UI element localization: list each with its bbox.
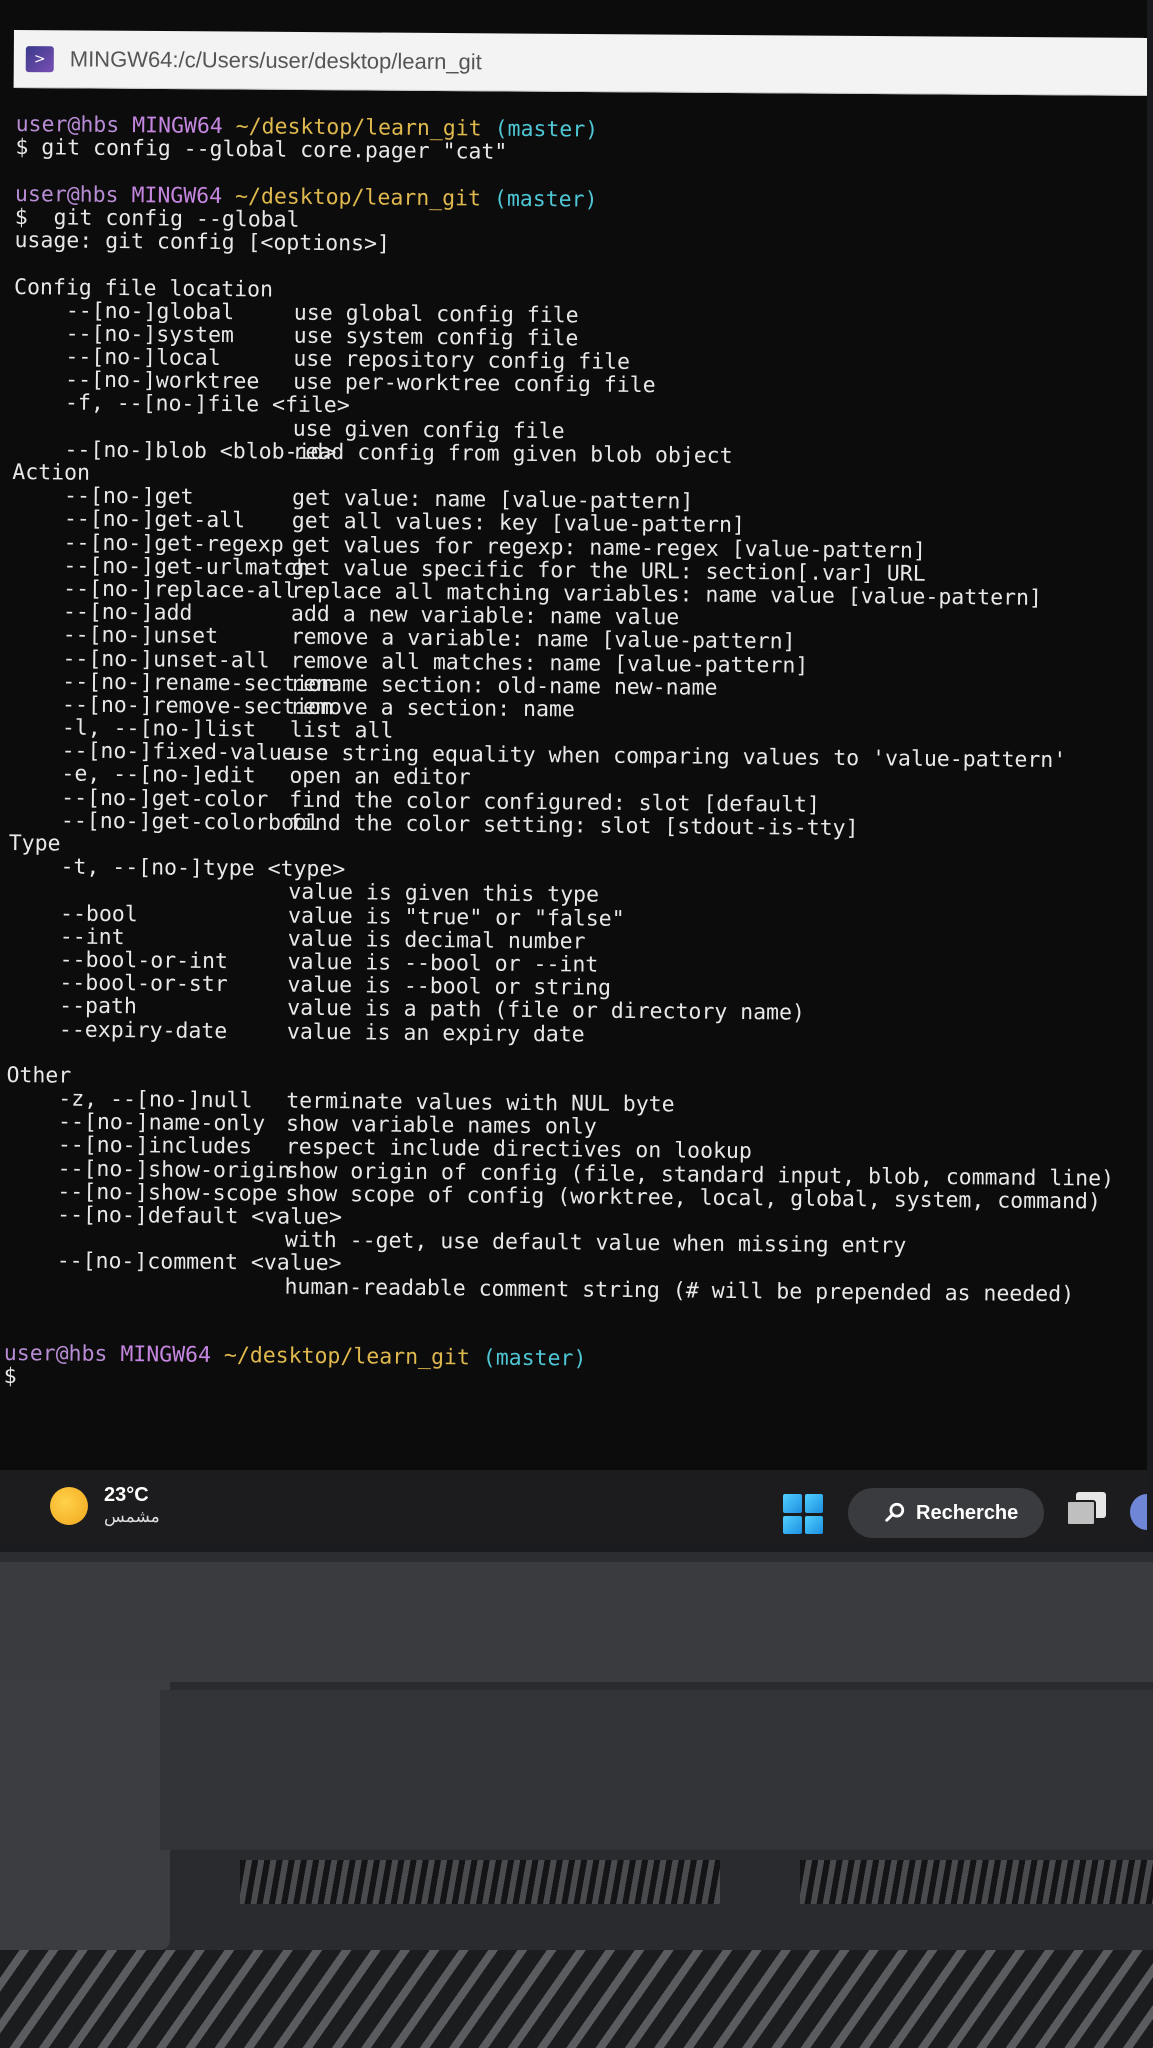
option-flag: -e, --[no-]edit <box>61 761 256 789</box>
prompt-host: MINGW64 <box>131 182 223 209</box>
option-flag: --[no-]get-all <box>63 506 246 534</box>
option-flag: --[no-]get <box>63 483 194 510</box>
weather-description: مشمس <box>104 1507 160 1526</box>
option-flag: --[no-]unset <box>62 622 219 650</box>
laptop-vent-right <box>800 1860 1153 1904</box>
option-flag: --[no-]get-regexp <box>63 530 284 558</box>
prompt-host: MINGW64 <box>120 1342 212 1369</box>
monitor-screen: > MINGW64:/c/Users/user/desktop/learn_gi… <box>0 0 1153 1552</box>
taskbar-search-button[interactable]: Recherche <box>848 1488 1044 1538</box>
prompt-user: user@hbs <box>3 1341 108 1368</box>
laptop-keyboard-grille <box>0 1950 1153 2048</box>
option-flag: --[no-]worktree <box>65 367 260 395</box>
option-description: read config from given blob object <box>292 439 733 469</box>
option-flag: --[no-]show-scope <box>57 1179 278 1207</box>
option-flag: --[no-]system <box>65 321 235 348</box>
option-flag: --bool-or-int <box>59 947 229 975</box>
prompt-branch: (master) <box>494 116 599 143</box>
option-flag: --[no-]show-origin <box>57 1156 291 1184</box>
option-flag: --[no-]local <box>65 344 221 372</box>
chat-icon[interactable] <box>1130 1494 1147 1530</box>
windows-start-icon[interactable] <box>783 1494 823 1534</box>
option-flag: --bool-or-str <box>59 970 228 998</box>
option-description: value is an expiry date <box>286 1019 585 1048</box>
laptop-hinge-left <box>0 1680 170 1950</box>
terminal-output[interactable]: user@hbs MINGW64 ~/desktop/learn_git (ma… <box>2 90 1147 1481</box>
option-flag <box>5 1244 285 1247</box>
option-description: list all <box>289 717 394 744</box>
laptop-bezel <box>0 1562 1153 1682</box>
option-flag <box>8 896 288 899</box>
option-flag: --[no-]unset-all <box>62 645 270 673</box>
weather-widget[interactable]: 23°C مشمس <box>50 1484 160 1527</box>
option-flag: --[no-]get-urlmatch <box>63 553 310 581</box>
prompt-path: ~/desktop/learn_git <box>223 1343 471 1371</box>
laptop-vent-left <box>240 1860 720 1904</box>
window-titlebar[interactable]: > MINGW64:/c/Users/user/desktop/learn_gi… <box>13 30 1147 97</box>
option-flag: --[no-]comment <value> <box>56 1248 342 1277</box>
option-flag: --[no-]global <box>65 298 235 325</box>
option-flag: -f, --[no-]file <file> <box>64 390 350 419</box>
weather-temperature: 23°C <box>104 1484 149 1506</box>
magnifier-icon <box>885 1502 905 1522</box>
laptop-lid-edge <box>160 1690 1153 1850</box>
sun-icon <box>50 1486 88 1525</box>
option-flag: --expiry-date <box>58 1016 228 1044</box>
mingw-app-icon: > <box>25 45 54 72</box>
option-flag: --[no-]default <value> <box>57 1202 343 1231</box>
option-flag: --bool <box>59 901 138 927</box>
window-title: MINGW64:/c/Users/user/desktop/learn_git <box>69 45 482 74</box>
option-flag: -t, --[no-]type <type> <box>60 854 346 883</box>
option-flag: -z, --[no-]null <box>58 1086 253 1114</box>
option-flag: --[no-]remove-section <box>61 692 335 720</box>
task-view-icon[interactable] <box>1066 1492 1108 1532</box>
option-flag: --[no-]name-only <box>57 1109 266 1137</box>
option-flag: --[no-]fixed-value <box>61 738 295 766</box>
option-flag: --[no-]get-color <box>61 785 269 813</box>
prompt-user: user@hbs <box>14 181 119 208</box>
option-flag <box>4 1291 284 1294</box>
prompt-host: MINGW64 <box>132 113 223 140</box>
option-flag: --path <box>59 993 137 1020</box>
option-flag <box>13 433 293 436</box>
search-label: Recherche <box>916 1501 1019 1524</box>
option-flag: -l, --[no-]list <box>61 715 257 743</box>
prompt-user: user@hbs <box>15 112 120 139</box>
prompt-branch: (master) <box>482 1345 587 1372</box>
option-flag: --[no-]add <box>62 599 193 626</box>
option-flag: --[no-]rename-section <box>62 669 335 697</box>
option-flag: --[no-]includes <box>57 1132 253 1160</box>
taskbar: 23°C مشمس Recherche <box>0 1470 1147 1542</box>
prompt-branch: (master) <box>493 186 598 213</box>
option-flag: --int <box>59 924 125 950</box>
option-flag: --[no-]replace-all <box>63 576 297 604</box>
